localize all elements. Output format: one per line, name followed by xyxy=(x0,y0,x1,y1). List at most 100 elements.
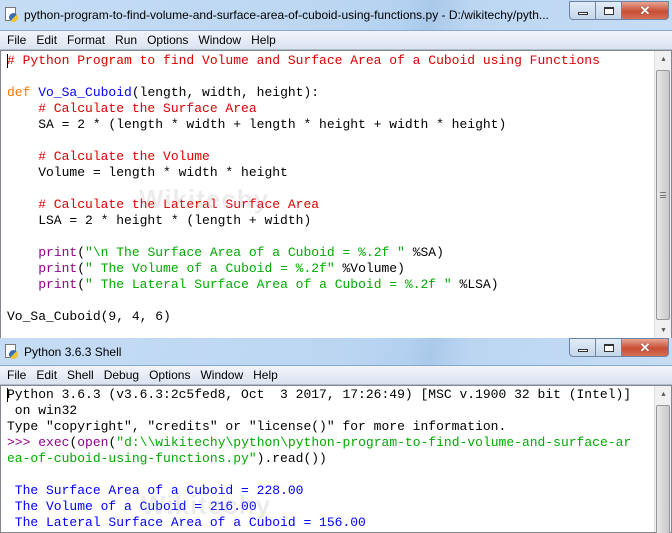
editor-token-kw: def xyxy=(7,85,39,100)
shell-scroll-thumb[interactable] xyxy=(656,405,670,533)
shell-token-out: The Surface Area of a Cuboid = 228.00 xyxy=(7,483,304,498)
editor-token-normal xyxy=(7,277,38,292)
python-file-icon xyxy=(4,7,20,23)
grip-icon xyxy=(660,192,666,198)
shell-menu-debug[interactable]: Debug xyxy=(99,366,144,385)
shell-token-normal: on win32 xyxy=(7,403,78,418)
editor-token-normal: %SA) xyxy=(404,245,444,260)
shell-menu-help[interactable]: Help xyxy=(248,366,283,385)
shell-line: >>> exec(open("d:\\wikitechy\python\pyth… xyxy=(7,435,649,451)
shell-line: The Volume of a Cuboid = 216.00 xyxy=(7,499,649,515)
shell-token-out: The Volume of a Cuboid = 216.00 xyxy=(7,499,257,514)
shell-maximize-button[interactable] xyxy=(596,338,622,357)
editor-menu-options[interactable]: Options xyxy=(142,31,193,50)
editor-menu-help[interactable]: Help xyxy=(246,31,281,50)
editor-menu-window[interactable]: Window xyxy=(193,31,246,50)
scroll-down-arrow-icon[interactable]: ▼ xyxy=(655,322,672,339)
editor-token-normal: ( xyxy=(77,261,86,276)
editor-token-normal: ( xyxy=(77,277,86,292)
editor-menu-format[interactable]: Format xyxy=(62,31,110,50)
editor-line: # Python Program to find Volume and Surf… xyxy=(7,53,649,69)
editor-token-normal: (length, width, height): xyxy=(131,85,320,100)
editor-vertical-scrollbar[interactable]: ▲ ▼ xyxy=(654,51,671,339)
scroll-up-arrow-icon[interactable]: ▲ xyxy=(655,51,672,68)
editor-token-comment: # Calculate the Lateral Surface Area xyxy=(7,197,320,212)
editor-scroll-thumb[interactable] xyxy=(656,70,670,320)
close-icon: ✕ xyxy=(639,3,651,18)
editor-token-normal: %LSA) xyxy=(451,277,499,292)
editor-token-normal: SA = 2 * (length * width + length * heig… xyxy=(7,117,507,132)
editor-line: # Calculate the Volume xyxy=(7,149,649,165)
editor-menu-edit[interactable]: Edit xyxy=(31,31,62,50)
editor-window: python-program-to-find-volume-and-surfac… xyxy=(0,0,672,340)
editor-minimize-button[interactable] xyxy=(569,1,596,20)
shell-minimize-button[interactable] xyxy=(569,338,596,357)
editor-token-str: " The Lateral Surface Area of a Cuboid =… xyxy=(85,277,452,292)
editor-line: Vo_Sa_Cuboid(9, 4, 6) xyxy=(7,309,649,325)
shell-menu-shell[interactable]: Shell xyxy=(62,366,99,385)
shell-token-str: "d:\\wikitechy\python\python-program-to-… xyxy=(116,435,632,450)
editor-menubar: File Edit Format Run Options Window Help xyxy=(0,31,672,50)
editor-line: Volume = length * width * height xyxy=(7,165,649,181)
editor-token-str: "\n The Surface Area of a Cuboid = %.2f … xyxy=(85,245,405,260)
editor-line: print(" The Lateral Surface Area of a Cu… xyxy=(7,277,649,293)
editor-token-normal xyxy=(7,261,38,276)
shell-menu-edit[interactable]: Edit xyxy=(31,366,62,385)
editor-title: python-program-to-find-volume-and-surfac… xyxy=(24,8,549,22)
editor-token-normal: LSA = 2 * height * (length + width) xyxy=(7,213,312,228)
editor-token-builtin: print xyxy=(38,261,78,276)
editor-line: SA = 2 * (length * width + length * heig… xyxy=(7,117,649,133)
editor-token-normal xyxy=(7,245,38,260)
shell-line: The Lateral Surface Area of a Cuboid = 1… xyxy=(7,515,649,531)
editor-token-comment: # Calculate the Volume xyxy=(7,149,210,164)
editor-close-button[interactable]: ✕ xyxy=(622,1,669,20)
shell-vertical-scrollbar[interactable]: ▲ xyxy=(654,386,672,533)
python-shell-icon xyxy=(4,343,20,360)
shell-token-out: The Lateral Surface Area of a Cuboid = 1… xyxy=(7,515,366,530)
editor-token-normal: Vo_Sa_Cuboid(9, 4, 6) xyxy=(7,309,171,324)
editor-menu-file[interactable]: File xyxy=(2,31,31,50)
editor-token-def: Vo_Sa_Cuboid xyxy=(38,85,132,100)
editor-maximize-button[interactable] xyxy=(596,1,622,20)
editor-line: print(" The Volume of a Cuboid = %.2f" %… xyxy=(7,261,649,277)
editor-menu-run[interactable]: Run xyxy=(110,31,142,50)
scroll-up-arrow-icon[interactable]: ▲ xyxy=(655,386,672,403)
editor-window-controls: ✕ xyxy=(569,1,669,20)
shell-line: on win32 xyxy=(7,403,649,419)
editor-line: def Vo_Sa_Cuboid(length, width, height): xyxy=(7,85,649,101)
shell-window: Python 3.6.3 Shell ✕ File Edit Shell Deb… xyxy=(0,338,672,533)
shell-titlebar[interactable]: Python 3.6.3 Shell ✕ xyxy=(0,338,672,366)
shell-code[interactable]: Python 3.6.3 (v3.6.3:2c5fed8, Oct 3 2017… xyxy=(7,387,649,531)
shell-title: Python 3.6.3 Shell xyxy=(24,344,122,359)
shell-line: ea-of-cuboid-using-functions.py").read()… xyxy=(7,451,649,467)
editor-titlebar[interactable]: python-program-to-find-volume-and-surfac… xyxy=(0,0,672,31)
editor-token-normal: %Volume) xyxy=(334,261,405,276)
shell-menu-options[interactable]: Options xyxy=(144,366,195,385)
editor-line: # Calculate the Surface Area xyxy=(7,101,649,117)
shell-token-normal: Python 3.6.3 (v3.6.3:2c5fed8, Oct 3 2017… xyxy=(7,387,632,402)
editor-code[interactable]: # Python Program to find Volume and Surf… xyxy=(7,53,649,325)
editor-code-area[interactable]: # Python Program to find Volume and Surf… xyxy=(0,50,672,340)
shell-menu-window[interactable]: Window xyxy=(195,366,248,385)
editor-token-normal: Volume = length * width * height xyxy=(7,165,288,180)
editor-token-builtin: print xyxy=(38,245,78,260)
shell-token-str: ea-of-cuboid-using-functions.py" xyxy=(7,451,257,466)
shell-close-button[interactable]: ✕ xyxy=(622,338,669,357)
editor-line: # Calculate the Lateral Surface Area xyxy=(7,197,649,213)
editor-line: print("\n The Surface Area of a Cuboid =… xyxy=(7,245,649,261)
editor-line: LSA = 2 * height * (length + width) xyxy=(7,213,649,229)
shell-menu-file[interactable]: File xyxy=(2,366,31,385)
shell-line: The Surface Area of a Cuboid = 228.00 xyxy=(7,483,649,499)
minimize-icon xyxy=(577,348,588,352)
editor-token-builtin: print xyxy=(38,277,78,292)
close-icon: ✕ xyxy=(639,340,651,355)
minimize-icon xyxy=(577,11,588,15)
shell-output-area[interactable]: Python 3.6.3 (v3.6.3:2c5fed8, Oct 3 2017… xyxy=(0,385,672,533)
shell-token-builtin: exec xyxy=(38,435,70,450)
shell-menubar: File Edit Shell Debug Options Window Hel… xyxy=(0,366,672,385)
shell-token-normal: Type "copyright", "credits" or "license(… xyxy=(7,419,507,434)
maximize-icon xyxy=(603,343,614,352)
